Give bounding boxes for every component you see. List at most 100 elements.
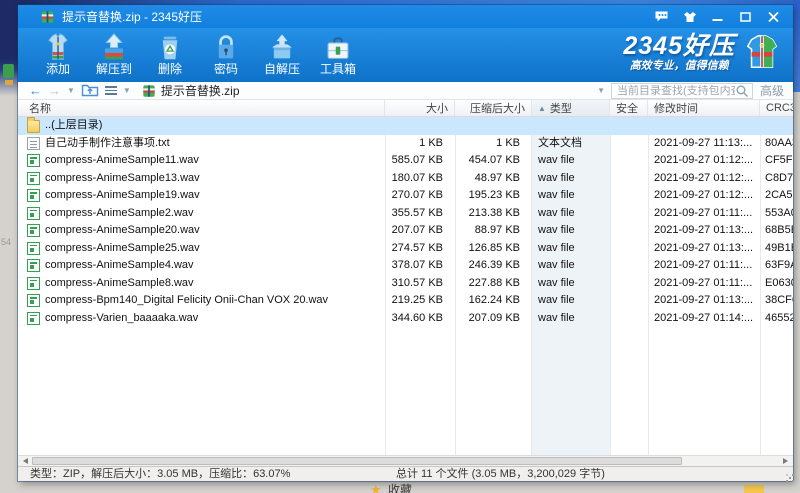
table-row[interactable]: compress-AnimeSample13.wav 180.07 KB 48.… — [18, 170, 793, 188]
file-name: 自己动手制作注意事项.txt — [45, 136, 170, 149]
up-folder-button[interactable] — [78, 82, 102, 100]
file-name: ..(上层目录) — [45, 119, 103, 132]
desktop-icon-fragment — [5, 80, 13, 85]
file-name: compress-Varien_baaaaka.wav — [45, 311, 199, 324]
file-type-icon — [27, 224, 40, 238]
file-size: 378.07 KB — [391, 259, 443, 272]
column-header-size[interactable]: 大小 — [385, 100, 455, 116]
horizontal-scrollbar[interactable] — [18, 455, 793, 466]
feedback-icon[interactable] — [654, 10, 669, 23]
table-row[interactable]: compress-AnimeSample4.wav 378.07 KB 246.… — [18, 257, 793, 275]
file-rows: 自己动手制作注意事项.txt 1 KB 1 KB 文本文档 2021-09-27… — [18, 135, 793, 328]
close-icon[interactable] — [766, 10, 781, 23]
table-row[interactable]: compress-AnimeSample2.wav 355.57 KB 213.… — [18, 205, 793, 223]
file-packed-size: 213.38 KB — [468, 206, 520, 219]
table-row[interactable]: compress-Varien_baaaaka.wav 344.60 KB 20… — [18, 310, 793, 328]
table-row[interactable]: compress-AnimeSample11.wav 585.07 KB 454… — [18, 152, 793, 170]
maximize-icon[interactable] — [738, 10, 753, 23]
address-dropdown-icon[interactable]: ▼ — [591, 86, 611, 95]
back-button[interactable]: ← — [26, 83, 45, 99]
minimize-icon[interactable] — [710, 10, 725, 23]
history-dropdown-icon[interactable]: ▼ — [64, 86, 78, 95]
window-title: 提示音替换.zip - 2345好压 — [62, 10, 203, 24]
file-crc32: CF5F3 — [765, 154, 793, 167]
column-header-type[interactable]: ▲ 类型 — [532, 100, 610, 116]
file-name: compress-AnimeSample2.wav — [45, 206, 194, 219]
file-crc32: 46552 — [765, 311, 793, 324]
file-type: wav file — [538, 294, 575, 307]
toolbar-button-label: 解压到 — [95, 62, 132, 76]
column-header-security[interactable]: 安全 — [610, 100, 648, 116]
file-type-icon — [27, 259, 40, 273]
titlebar[interactable]: 提示音替换.zip - 2345好压 — [18, 5, 793, 28]
column-header-crc32[interactable]: CRC32 — [760, 100, 793, 116]
address-bar[interactable]: 提示音替换.zip — [142, 82, 591, 99]
table-row[interactable]: 自己动手制作注意事项.txt 1 KB 1 KB 文本文档 2021-09-27… — [18, 135, 793, 153]
file-crc32: C8D79 — [765, 171, 793, 184]
file-type-icon — [27, 294, 40, 308]
password-button[interactable]: 密码 — [198, 31, 254, 76]
file-size: 310.57 KB — [391, 276, 443, 289]
table-row[interactable]: compress-AnimeSample20.wav 207.07 KB 88.… — [18, 222, 793, 240]
folder-icon — [27, 117, 40, 133]
file-type-icon — [27, 189, 40, 203]
self-extract-button[interactable]: 自解压 — [254, 31, 310, 76]
file-type: wav file — [538, 206, 575, 219]
search-box[interactable] — [610, 82, 753, 99]
search-input[interactable] — [616, 84, 735, 97]
file-crc32: 80AA3 — [765, 136, 793, 149]
extract-to-icon — [104, 33, 124, 60]
forward-button[interactable]: → — [45, 83, 64, 99]
file-type-icon — [27, 171, 40, 185]
haozip-logo-icon — [743, 32, 781, 72]
table-row[interactable]: compress-Bpm140_Digital Felicity Onii-Ch… — [18, 292, 793, 310]
resize-grip[interactable] — [789, 477, 791, 479]
delete-button[interactable]: 删除 — [142, 31, 198, 76]
add-button[interactable]: 添加 — [30, 31, 86, 76]
desktop-icon-fragment — [3, 64, 14, 78]
table-row[interactable]: compress-AnimeSample8.wav 310.57 KB 227.… — [18, 275, 793, 293]
toolbar-button-label: 删除 — [157, 62, 182, 76]
column-header-row: 名称 大小 压缩后大小 ▲ 类型 安全 修改时间 CRC32 — [18, 100, 793, 117]
toolbar-button-label: 密码 — [213, 62, 238, 76]
file-modified: 2021-09-27 01:11:... — [654, 259, 753, 272]
scroll-left-button[interactable] — [19, 456, 32, 466]
desktop-label-fragment: 54 — [1, 237, 12, 247]
file-name: compress-AnimeSample11.wav — [45, 154, 199, 167]
table-row[interactable]: compress-AnimeSample25.wav 274.57 KB 126… — [18, 240, 793, 258]
file-packed-size: 246.39 KB — [468, 259, 520, 272]
toolbox-button[interactable]: 工具箱 — [310, 31, 366, 76]
skin-icon[interactable] — [682, 10, 697, 23]
file-packed-size: 126.85 KB — [468, 241, 520, 254]
scroll-right-button[interactable] — [779, 456, 792, 466]
file-name: compress-AnimeSample20.wav — [45, 224, 200, 237]
archive-file-icon — [143, 84, 155, 97]
column-header-modified[interactable]: 修改时间 — [648, 100, 760, 116]
view-mode-button[interactable] — [104, 86, 117, 95]
advanced-search-button[interactable]: 高级 — [753, 82, 788, 99]
file-packed-size: 195.23 KB — [468, 189, 520, 202]
file-type-icon — [27, 136, 40, 150]
toolbar: 添加 解压到 删除 密码 自解压 工具箱 2345好压 高效专业，值得信赖 — [18, 28, 793, 82]
extract-to-button[interactable]: 解压到 — [86, 31, 142, 76]
file-packed-size: 227.88 KB — [468, 276, 520, 289]
file-type-icon — [27, 206, 40, 220]
star-icon: ★ — [370, 482, 382, 493]
navigation-bar: ← → ▼ ▼ 提示音替换.zip ▼ 当前目录查找(支持包内查找) 高级 — [18, 82, 793, 100]
view-dropdown-icon[interactable]: ▼ — [120, 86, 134, 95]
table-row[interactable]: compress-AnimeSample19.wav 270.07 KB 195… — [18, 187, 793, 205]
add-archive-icon — [48, 33, 68, 60]
file-packed-size: 207.09 KB — [468, 311, 520, 324]
file-packed-size: 48.97 KB — [474, 171, 520, 184]
file-type: wav file — [538, 224, 575, 237]
column-header-name[interactable]: 名称 — [18, 100, 385, 116]
search-icon[interactable] — [735, 84, 749, 98]
file-type: 文本文档 — [538, 136, 582, 149]
column-header-packed-size[interactable]: 压缩后大小 — [455, 100, 532, 116]
parent-directory-row[interactable]: ..(上层目录) — [18, 117, 793, 135]
status-bar: 类型：ZIP，解压后大小：3.05 MB，压缩比：63.07% 总计 11 个文… — [18, 466, 793, 481]
file-modified: 2021-09-27 01:12:... — [654, 171, 754, 184]
delete-icon — [162, 36, 178, 60]
scrollbar-thumb[interactable] — [32, 457, 682, 465]
file-type: wav file — [538, 241, 575, 254]
